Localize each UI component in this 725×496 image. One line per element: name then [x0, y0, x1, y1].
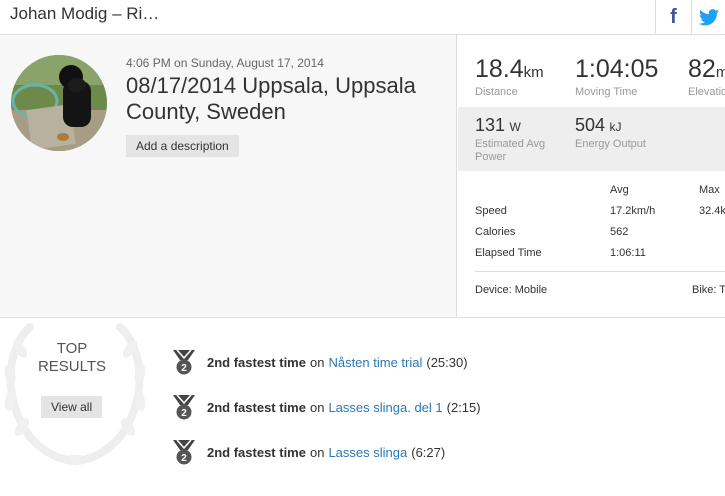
- result-time: (2:15): [446, 399, 481, 415]
- medal-number: 2: [181, 363, 187, 374]
- segment-link[interactable]: Lasses slinga. del 1: [328, 400, 442, 415]
- top-results-heading: TOP RESULTS: [31, 340, 113, 376]
- energy-unit: kJ: [609, 120, 622, 134]
- elevation-unit: m: [716, 64, 725, 81]
- result-achievement: 2nd fastest time: [207, 354, 306, 370]
- distance-label: Distance: [475, 86, 518, 98]
- speed-label: Speed: [475, 205, 507, 217]
- result-time: (25:30): [426, 354, 468, 370]
- athlete-avatar[interactable]: [11, 55, 107, 151]
- result-item: 2 2nd fastest time on Nåsten time trial …: [170, 347, 468, 377]
- segment-link[interactable]: Lasses slinga: [328, 445, 407, 460]
- page-header: Johan Modig – Ri… f: [0, 0, 725, 35]
- result-on-text: on: [309, 354, 325, 370]
- distance-value: 18.4: [475, 55, 524, 83]
- page-title: Johan Modig – Ri…: [10, 4, 160, 23]
- energy-stat: 504 kJ Energy Output: [575, 115, 646, 151]
- result-on-text: on: [309, 399, 325, 415]
- bike-info[interactable]: Bike: T: [692, 284, 725, 296]
- power-unit: W: [509, 120, 521, 134]
- facebook-icon: f: [670, 5, 677, 28]
- activity-summary-panel: 4:06 PM on Sunday, August 17, 2014 08/17…: [0, 35, 457, 318]
- power-label: Estimated Avg Power: [475, 138, 546, 163]
- activity-stats-panel: 18.4km Distance 1:04:05 Moving Time 82m …: [458, 35, 725, 318]
- power-value: 131: [475, 115, 506, 135]
- power-stat: 131 W Estimated Avg Power: [475, 115, 565, 164]
- speed-max: 32.4km/h: [699, 205, 725, 217]
- result-time: (6:27): [411, 444, 446, 460]
- energy-label: Energy Output: [575, 138, 646, 150]
- secondary-stats-band: 131 W Estimated Avg Power 504 kJ Energy …: [458, 107, 725, 171]
- result-achievement: 2nd fastest time: [207, 399, 306, 415]
- top-results-heading-line2: RESULTS: [37, 358, 107, 375]
- activity-title: 08/17/2014 Uppsala, Uppsala County, Swed…: [126, 73, 416, 124]
- moving-time-value: 1:04:05: [575, 55, 659, 83]
- result-item: 2 2nd fastest time on Lasses slinga (6:2…: [170, 437, 445, 467]
- top-results-section: TOP RESULTS View all 2 2nd fastest time …: [0, 319, 725, 496]
- twitter-icon: [698, 8, 719, 25]
- activity-timestamp: 4:06 PM on Sunday, August 17, 2014: [126, 56, 324, 70]
- avg-column-header: Avg: [610, 184, 629, 196]
- moving-time-stat: 1:04:05 Moving Time: [575, 55, 658, 98]
- medal-number: 2: [181, 453, 187, 464]
- result-on-text: on: [309, 444, 325, 460]
- max-column-header: Max: [699, 184, 720, 196]
- elapsed-time-label: Elapsed Time: [475, 247, 542, 259]
- moving-time-label: Moving Time: [575, 86, 638, 98]
- facebook-share-button[interactable]: f: [655, 0, 691, 34]
- add-description-button[interactable]: Add a description: [126, 135, 239, 157]
- medal-icon: 2: [173, 439, 195, 465]
- calories-avg: 562: [610, 226, 629, 238]
- top-results-heading-line1: TOP: [56, 340, 88, 357]
- device-info: Device: Mobile: [475, 284, 548, 296]
- energy-value: 504: [575, 115, 606, 135]
- distance-unit: km: [523, 64, 544, 81]
- medal-icon: 2: [173, 394, 195, 420]
- medal-number: 2: [181, 408, 187, 419]
- stats-divider: [475, 271, 725, 272]
- distance-stat: 18.4km Distance: [475, 55, 544, 98]
- elapsed-time-avg: 1:06:11: [610, 247, 646, 259]
- result-achievement: 2nd fastest time: [207, 444, 306, 460]
- segment-link[interactable]: Nåsten time trial: [328, 355, 422, 370]
- medal-icon: 2: [173, 349, 195, 375]
- elevation-value: 82: [688, 55, 716, 83]
- calories-label: Calories: [475, 226, 516, 238]
- twitter-share-button[interactable]: [691, 0, 725, 34]
- elevation-stat: 82m Elevation: [688, 55, 725, 98]
- result-item: 2 2nd fastest time on Lasses slinga. del…: [170, 392, 481, 422]
- elevation-label: Elevation: [688, 86, 725, 98]
- view-all-button[interactable]: View all: [41, 396, 103, 418]
- speed-avg: 17.2km/h: [610, 205, 656, 217]
